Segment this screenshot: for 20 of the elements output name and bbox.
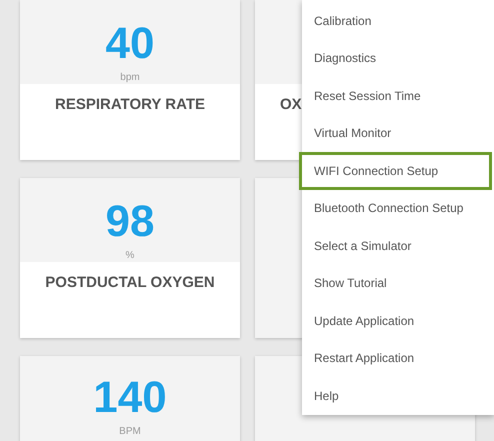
- menu-item[interactable]: Help: [302, 377, 494, 414]
- menu-item[interactable]: Show Tutorial: [302, 264, 494, 302]
- vital-label: RESPIRATORY RATE: [54, 95, 206, 115]
- vital-value: 40: [106, 22, 154, 66]
- vital-unit: BPM: [119, 426, 141, 438]
- vital-label: OX: [280, 95, 302, 115]
- vital-unit: %: [126, 250, 134, 262]
- menu-item[interactable]: Calibration: [302, 2, 494, 40]
- vital-value: 140: [93, 376, 167, 420]
- menu-item[interactable]: Bluetooth Connection Setup: [302, 190, 494, 227]
- vital-unit: bpm: [120, 72, 140, 84]
- menu-item[interactable]: Select a Simulator: [302, 227, 494, 264]
- vital-value: 98: [106, 200, 154, 244]
- menu-item[interactable]: Reset Session Time: [302, 77, 494, 114]
- menu-item[interactable]: Restart Application: [302, 340, 494, 377]
- menu-item[interactable]: WIFI Connection Setup: [299, 152, 492, 190]
- menu-item[interactable]: Virtual Monitor: [302, 114, 494, 152]
- vital-label: POSTDUCTAL OXYGEN: [45, 273, 215, 293]
- menu-item[interactable]: Diagnostics: [302, 40, 494, 77]
- menu-item[interactable]: Update Application: [302, 302, 494, 340]
